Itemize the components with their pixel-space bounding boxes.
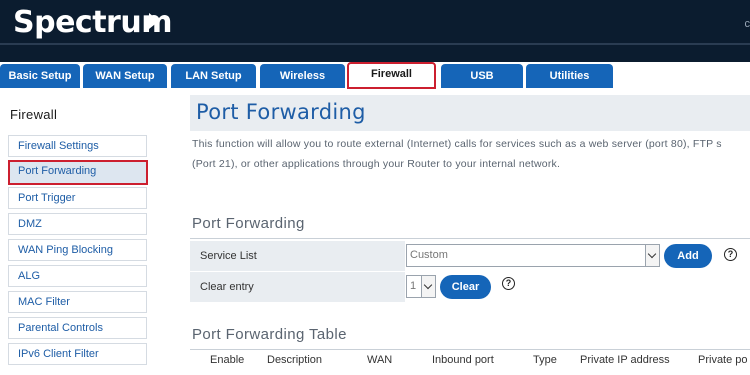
- sidebar-item-parental-controls[interactable]: Parental Controls: [8, 317, 147, 339]
- help-icon[interactable]: ?: [724, 248, 737, 261]
- sidebar-item-alg[interactable]: ALG: [8, 265, 147, 287]
- header-corner-text: c: [744, 18, 750, 30]
- section-title-port-forwarding-table: Port Forwarding Table: [192, 326, 347, 343]
- tab-utilities[interactable]: Utilities: [526, 64, 613, 88]
- header-divider: [0, 43, 750, 45]
- column-header-inbound-port: Inbound port: [432, 354, 494, 366]
- tab-wireless[interactable]: Wireless: [260, 64, 345, 88]
- chevron-down-icon[interactable]: [421, 276, 435, 297]
- chevron-down-icon[interactable]: [645, 245, 659, 266]
- clear-button[interactable]: Clear: [440, 275, 491, 299]
- service-list-select[interactable]: Custom: [406, 244, 660, 267]
- description-line-2: (Port 21), or other applications through…: [192, 158, 561, 170]
- clear-entry-value: 1: [410, 280, 417, 292]
- sidebar-title: Firewall: [10, 107, 58, 122]
- section-divider: [190, 238, 750, 239]
- tab-lan-setup[interactable]: LAN Setup: [171, 64, 256, 88]
- table-header-row: Enable Description WAN Inbound port Type…: [190, 349, 750, 369]
- column-header-wan: WAN: [367, 354, 393, 366]
- help-icon[interactable]: ?: [502, 277, 515, 290]
- main-content: Port Forwarding This function will allow…: [190, 88, 750, 375]
- logo-arrow-icon: [149, 13, 159, 29]
- main-tabs: Basic Setup WAN Setup LAN Setup Wireless…: [0, 62, 750, 89]
- page-title-bar: Port Forwarding: [190, 95, 750, 131]
- tab-usb[interactable]: USB: [441, 64, 523, 88]
- clear-entry-select[interactable]: 1: [406, 275, 436, 298]
- column-header-private-port: Private po: [698, 354, 748, 366]
- column-header-type: Type: [533, 354, 557, 366]
- section-title-port-forwarding: Port Forwarding: [192, 215, 305, 232]
- clear-entry-label: Clear entry: [190, 272, 405, 302]
- sidebar-item-wan-ping-blocking[interactable]: WAN Ping Blocking: [8, 239, 147, 261]
- column-header-private-ip: Private IP address: [580, 354, 670, 366]
- add-button[interactable]: Add: [664, 244, 712, 268]
- service-list-row: Service List Custom Add ?: [190, 241, 750, 271]
- column-header-description: Description: [267, 354, 323, 366]
- service-list-label: Service List: [190, 241, 405, 271]
- page-title: Port Forwarding: [196, 100, 366, 124]
- description-line-1: This function will allow you to route ex…: [192, 138, 722, 150]
- sidebar-item-mac-filter[interactable]: MAC Filter: [8, 291, 147, 313]
- service-list-value: Custom: [410, 249, 448, 261]
- tab-basic-setup[interactable]: Basic Setup: [0, 64, 80, 88]
- header-bar: Spectrum c: [0, 0, 750, 62]
- sidebar-item-dmz[interactable]: DMZ: [8, 213, 147, 235]
- tab-firewall[interactable]: Firewall: [347, 62, 436, 89]
- tab-wan-setup[interactable]: WAN Setup: [83, 64, 167, 88]
- sidebar-item-port-forwarding[interactable]: Port Forwarding: [8, 160, 148, 185]
- page-description: This function will allow you to route ex…: [192, 134, 750, 174]
- clear-entry-row: Clear entry 1 Clear ?: [190, 272, 750, 302]
- sidebar-item-firewall-settings[interactable]: Firewall Settings: [8, 135, 147, 157]
- sidebar-item-port-trigger[interactable]: Port Trigger: [8, 187, 147, 209]
- sidebar: Firewall Firewall Settings Port Forwardi…: [0, 88, 160, 375]
- sidebar-item-ipv6-client-filter[interactable]: IPv6 Client Filter: [8, 343, 147, 365]
- column-header-enable: Enable: [210, 354, 245, 366]
